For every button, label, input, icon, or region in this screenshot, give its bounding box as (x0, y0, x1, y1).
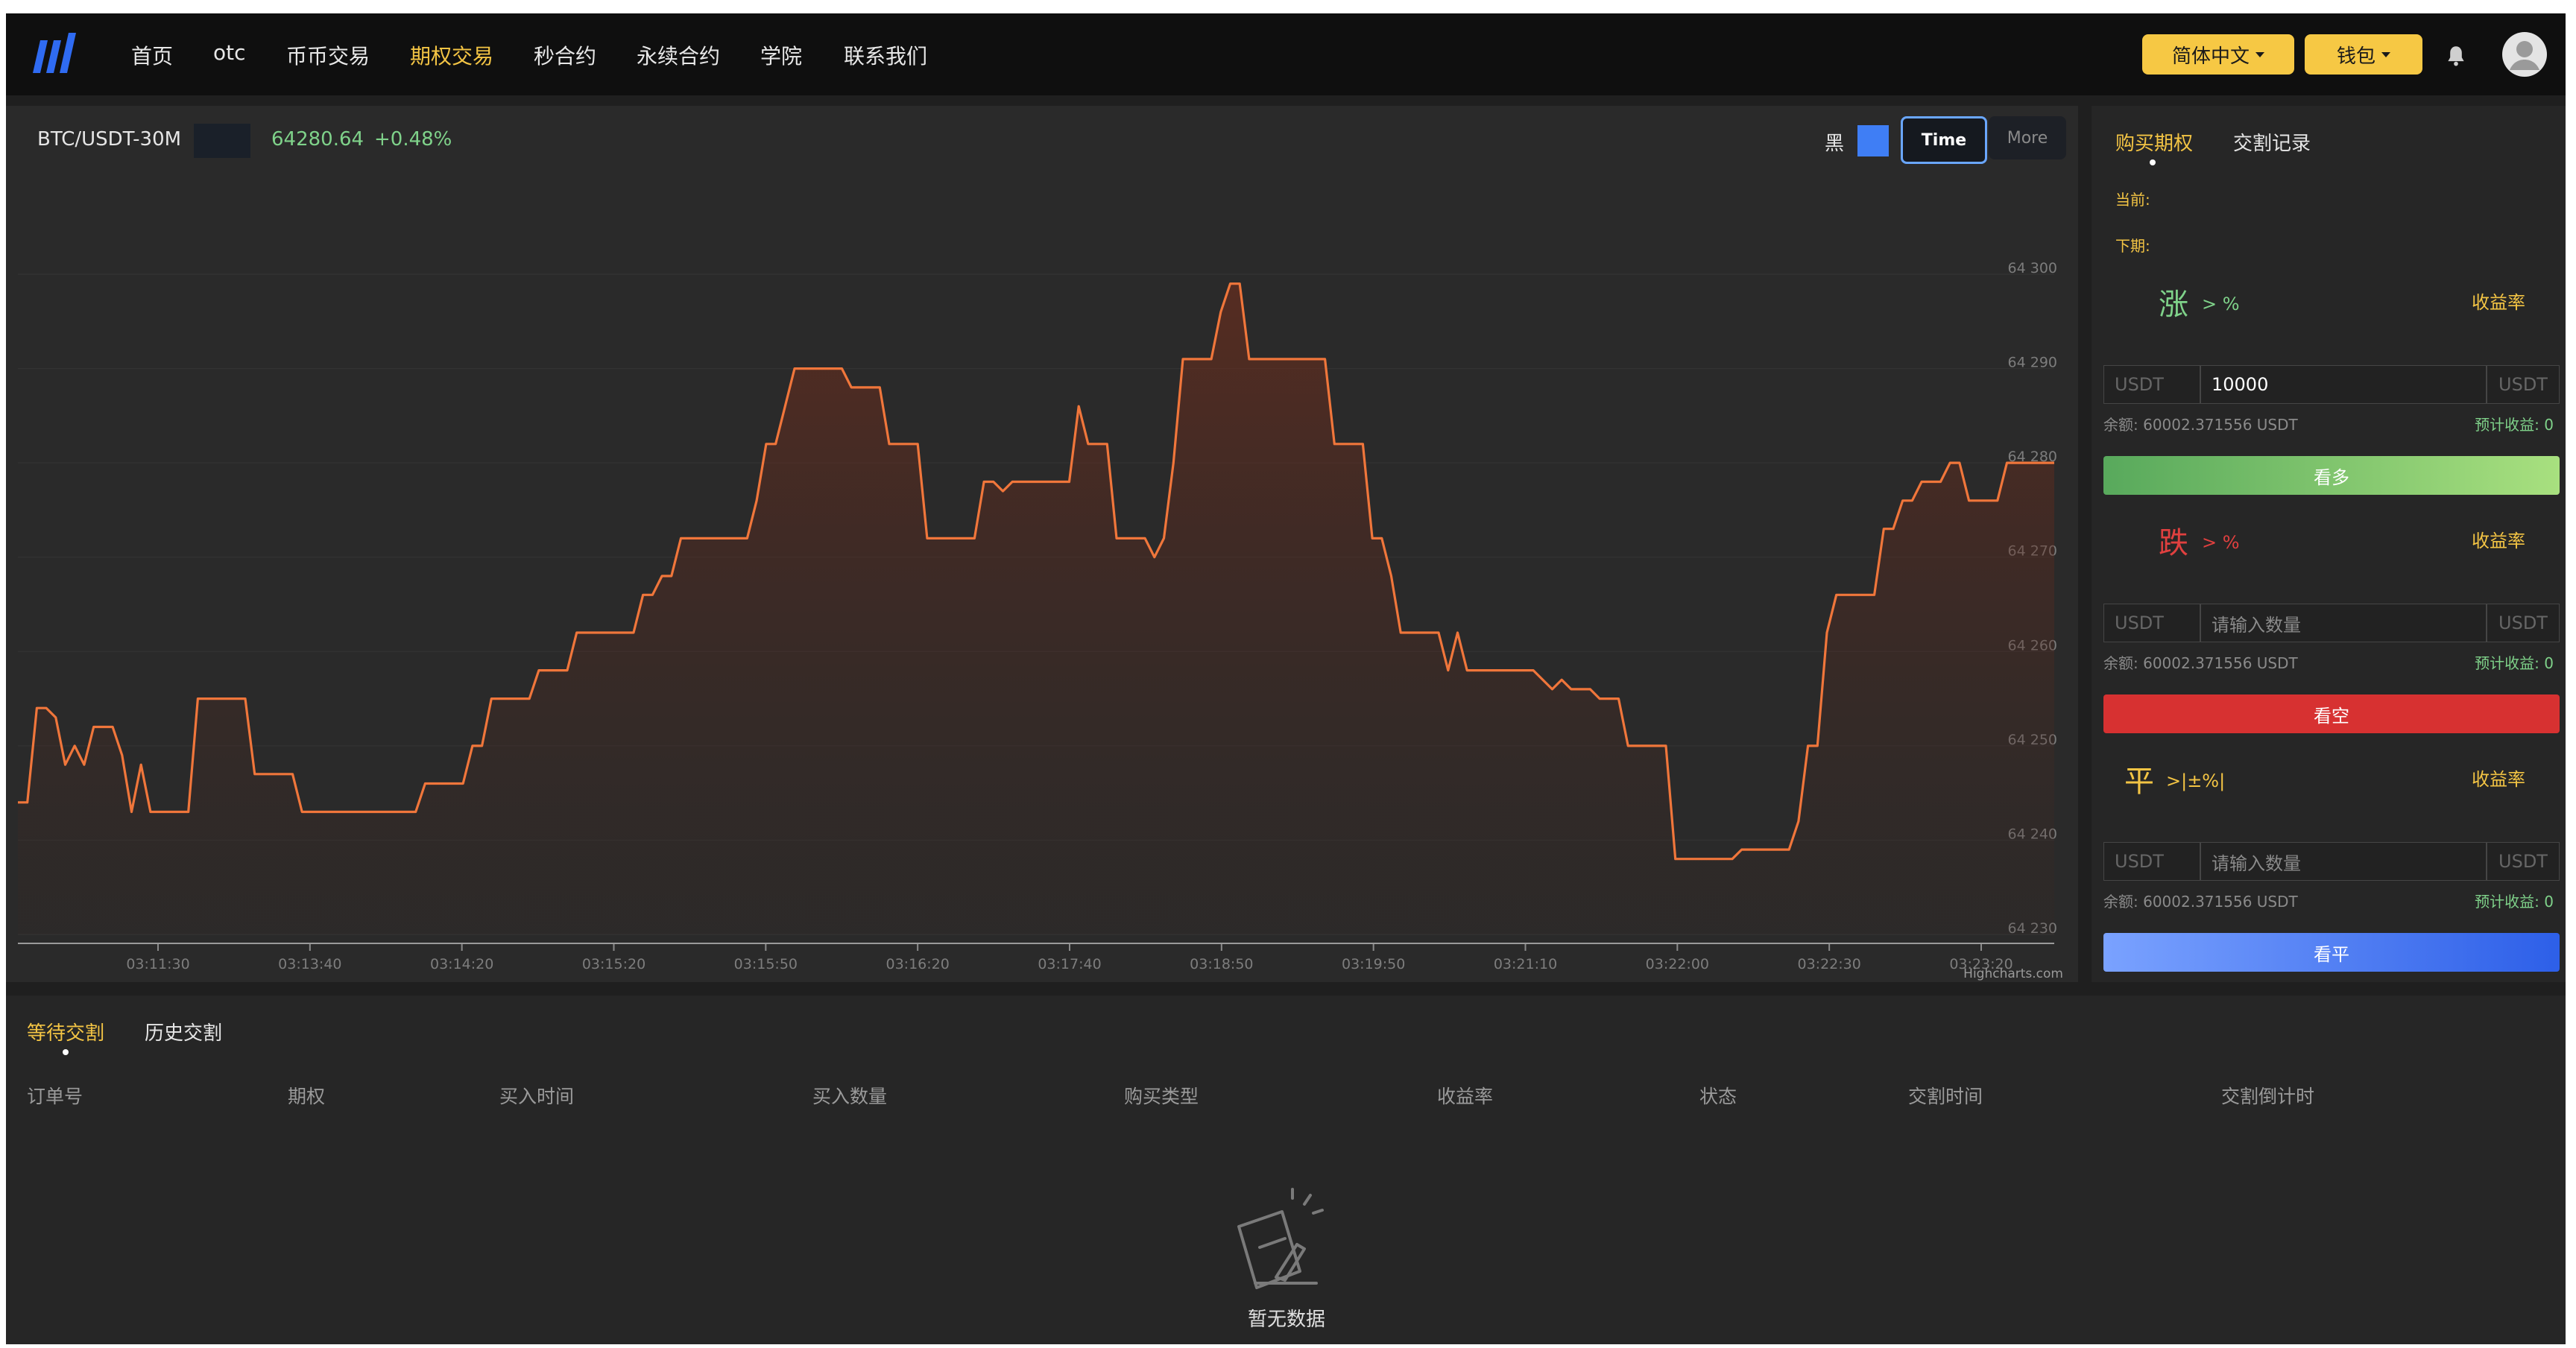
tab-delivery-records[interactable]: 交割记录 (2233, 128, 2311, 156)
x-tick-label: 03:13:40 (278, 956, 341, 972)
x-tick-label: 03:15:20 (582, 956, 645, 972)
x-tick-label: 03:18:50 (1190, 956, 1253, 972)
current-period-label: 当前: (2115, 191, 2150, 209)
flat-currency-left: USDT (2103, 842, 2200, 881)
symbol-label: BTC/USDT-30M (37, 128, 182, 151)
col-buy-time: 买入时间 (499, 1086, 575, 1107)
bell-icon[interactable] (2443, 43, 2469, 69)
price-chart[interactable]: 64 30064 29064 28064 27064 26064 25064 2… (6, 106, 2078, 982)
wallet-label: 钱包 (2336, 45, 2375, 68)
chevron-down-icon (2255, 51, 2264, 57)
x-tick-label: 03:16:20 (886, 956, 949, 972)
price-change: +0.48% (374, 128, 452, 151)
x-tick-label: 03:21:10 (1494, 956, 1557, 972)
chart-credit: Highcharts.com (1963, 966, 2063, 981)
fall-currency-right: USDT (2487, 604, 2560, 642)
theme-label: 黑 (1825, 133, 1845, 155)
nav-contact[interactable]: 联系我们 (844, 40, 927, 70)
nav-home[interactable]: 首页 (131, 40, 173, 70)
y-tick-label: 64 300 (2008, 260, 2057, 276)
col-status: 状态 (1699, 1086, 1737, 1107)
app-frame: 首页 otc 币币交易 期权交易 秒合约 永续合约 学院 联系我们 简体中文 钱… (6, 13, 2566, 1344)
col-buy-amount: 买入数量 (812, 1086, 888, 1107)
fall-yield-label: 收益率 (2472, 531, 2525, 551)
flat-yield-label: 收益率 (2472, 769, 2525, 790)
rise-estimate: 预计收益: 0 (2475, 416, 2554, 434)
active-tab-dot (63, 1049, 69, 1055)
fall-condition: > % (2202, 532, 2240, 553)
buy-long-button[interactable]: 看多 (2103, 456, 2560, 495)
flat-amount-input[interactable]: 请输入数量 (2200, 842, 2487, 881)
fall-amount-input[interactable]: 请输入数量 (2200, 604, 2487, 642)
tab-pending-delivery[interactable]: 等待交割 (27, 1018, 104, 1045)
more-button[interactable]: More (1989, 116, 2066, 159)
nav-spot[interactable]: 币币交易 (286, 40, 370, 70)
x-tick-label: 03:11:30 (126, 956, 189, 972)
top-navbar: 首页 otc 币币交易 期权交易 秒合约 永续合约 学院 联系我们 简体中文 钱… (6, 13, 2566, 95)
tab-buy-option[interactable]: 购买期权 (2115, 128, 2193, 156)
nav-second-contract[interactable]: 秒合约 (534, 40, 596, 70)
orders-panel: 等待交割 历史交割 订单号 期权 买入时间 买入数量 购买类型 收益率 状态 交… (6, 996, 2566, 1344)
rise-currency-right: USDT (2487, 365, 2560, 404)
x-tick-label: 03:22:00 (1646, 956, 1709, 972)
price-value: 64280.64 (271, 128, 364, 151)
flat-condition: >|±%| (2166, 770, 2226, 791)
chart-panel: 64 30064 29064 28064 27064 26064 25064 2… (6, 106, 2078, 982)
col-delivery-time: 交割时间 (1908, 1086, 1983, 1107)
tab-history-delivery[interactable]: 历史交割 (145, 1018, 222, 1045)
fall-label: 跌 (2159, 526, 2188, 560)
rise-balance: 余额: 60002.371556 USDT (2103, 416, 2298, 434)
price-area (18, 283, 2054, 934)
buy-flat-button[interactable]: 看平 (2103, 933, 2560, 972)
flat-currency-right: USDT (2487, 842, 2560, 881)
option-order-panel: 购买期权 交割记录 当前: 下期: 涨 > % 收益率 USDT 10000 U… (2092, 106, 2566, 982)
x-tick-label: 03:22:30 (1797, 956, 1860, 972)
x-tick-label: 03:17:40 (1038, 956, 1101, 972)
x-tick-label: 03:19:50 (1342, 956, 1405, 972)
nav-academy[interactable]: 学院 (760, 40, 802, 70)
logo-icon[interactable] (28, 30, 78, 79)
rise-label: 涨 (2159, 288, 2188, 322)
chevron-down-icon (2381, 51, 2390, 57)
fall-balance: 余额: 60002.371556 USDT (2103, 654, 2298, 672)
rise-amount-input[interactable]: 10000 (2200, 365, 2487, 404)
rise-yield-label: 收益率 (2472, 292, 2525, 313)
empty-state-text: 暂无数据 (1248, 1309, 1326, 1331)
nav-perpetual[interactable]: 永续合约 (637, 40, 720, 70)
empty-state-icon (1237, 1188, 1324, 1289)
nav-otc[interactable]: otc (213, 40, 246, 65)
active-tab-dot (2150, 159, 2156, 165)
time-button[interactable]: Time (1901, 116, 1987, 164)
language-label: 简体中文 (2171, 45, 2250, 68)
nav-options[interactable]: 期权交易 (410, 40, 493, 70)
next-period-label: 下期: (2115, 237, 2150, 255)
flat-estimate: 预计收益: 0 (2475, 893, 2554, 911)
col-buy-type: 购买类型 (1124, 1086, 1199, 1107)
col-order-id: 订单号 (27, 1086, 83, 1107)
flat-label: 平 (2124, 765, 2154, 799)
x-tick-label: 03:14:20 (430, 956, 493, 972)
avatar[interactable] (2501, 31, 2548, 77)
interval-box[interactable] (194, 124, 250, 158)
wallet-button[interactable]: 钱包 (2305, 34, 2422, 75)
fall-estimate: 预计收益: 0 (2475, 654, 2554, 672)
fall-currency-left: USDT (2103, 604, 2200, 642)
flat-balance: 余额: 60002.371556 USDT (2103, 893, 2298, 911)
theme-color-toggle[interactable] (1857, 125, 1889, 156)
rise-condition: > % (2202, 294, 2240, 314)
language-button[interactable]: 简体中文 (2142, 34, 2294, 75)
x-tick-label: 03:15:50 (734, 956, 798, 972)
col-option: 期权 (288, 1086, 326, 1107)
col-yield: 收益率 (1437, 1086, 1494, 1107)
col-countdown: 交割倒计时 (2221, 1086, 2315, 1107)
y-tick-label: 64 290 (2008, 355, 2057, 371)
buy-short-button[interactable]: 看空 (2103, 694, 2560, 733)
rise-currency-left: USDT (2103, 365, 2200, 404)
